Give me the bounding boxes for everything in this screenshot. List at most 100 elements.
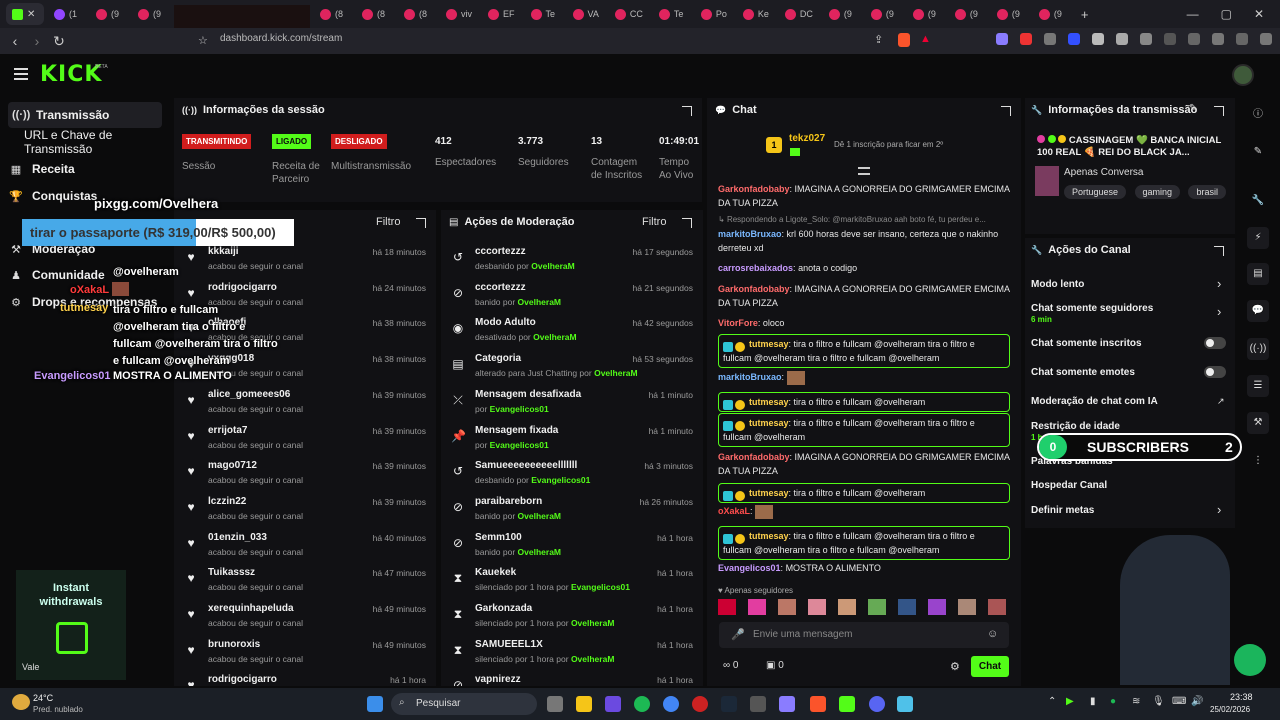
follower-name[interactable]: lczzin22	[208, 496, 246, 507]
browser-tab[interactable]: (9	[949, 3, 987, 25]
extension-icon[interactable]	[1092, 33, 1104, 45]
external-link-icon[interactable]: ↗	[1217, 396, 1225, 407]
emoji-icon[interactable]: ☺	[987, 628, 998, 640]
moderator-name[interactable]: OvelheraM	[594, 368, 637, 378]
slow-mode-row[interactable]: Modo lento	[1031, 279, 1231, 290]
hamburger-menu-icon[interactable]	[14, 68, 28, 80]
chrome-icon[interactable]	[663, 696, 679, 712]
back-icon[interactable]: ‹	[4, 33, 26, 49]
browser-tab[interactable]: (8	[356, 3, 394, 25]
browser-tab[interactable]: (9	[865, 3, 903, 25]
minimize-icon[interactable]: —	[1187, 7, 1199, 21]
chat-username[interactable]: tutmesay	[749, 339, 789, 349]
moderator-name[interactable]: OvelheraM	[533, 332, 576, 342]
browser-tab-kick[interactable]: ✕	[6, 3, 44, 25]
followers-only-row[interactable]: Chat somente seguidores	[1031, 303, 1231, 314]
follower-name[interactable]: errijota7	[208, 425, 247, 436]
emote-icon[interactable]	[958, 599, 976, 615]
extension-icon[interactable]	[1068, 33, 1080, 45]
moderator-name[interactable]: Evangelicos01	[571, 582, 630, 592]
clock-date[interactable]: 25/02/2026	[1210, 705, 1250, 714]
emotes-only-toggle[interactable]	[1204, 366, 1226, 378]
moderator-name[interactable]: Evangelicos01	[531, 475, 590, 485]
follower-name[interactable]: 01enzin_033	[208, 532, 267, 543]
vpn-icon[interactable]	[1236, 33, 1248, 45]
chat-username[interactable]: VitorFore	[718, 318, 758, 328]
moderation-target[interactable]: Semm100	[475, 532, 522, 543]
browser-tab[interactable]: (1	[48, 3, 86, 25]
emote-icon[interactable]	[928, 599, 946, 615]
follower-name[interactable]: mago0712	[208, 460, 257, 471]
support-chat-icon[interactable]	[1234, 644, 1266, 676]
moderation-target[interactable]: Garkonzada	[475, 603, 532, 614]
browser-tab[interactable]: DC	[779, 3, 819, 25]
moderation-target[interactable]: paraibareborn	[475, 496, 542, 507]
brave-shield-icon[interactable]	[898, 33, 910, 47]
follower-name[interactable]: rodrigocigarro	[208, 674, 277, 685]
info-icon[interactable]: ⓘ	[1247, 104, 1269, 126]
opera-icon[interactable]	[692, 696, 708, 712]
chat-username[interactable]: Evangelicos01	[718, 563, 781, 573]
moderator-name[interactable]: OvelheraM	[518, 297, 561, 307]
moderation-target[interactable]: cccortezzz	[475, 246, 526, 257]
steam-icon[interactable]	[721, 696, 737, 712]
sidebar-item-receita[interactable]: ▦ Receita	[8, 156, 75, 182]
moderator-name[interactable]: Evangelicos01	[490, 440, 549, 450]
moderation-target[interactable]: Categoria	[475, 353, 521, 364]
subscribers-only-toggle[interactable]	[1204, 337, 1226, 349]
moderation-target[interactable]: Kauekek	[475, 567, 516, 578]
browser-tab[interactable]: Te	[653, 3, 691, 25]
chat-settings-icon[interactable]: ⚙	[950, 660, 960, 673]
host-channel-row[interactable]: Hospedar Canal	[1031, 480, 1231, 491]
chat-send-button[interactable]: Chat	[971, 656, 1009, 677]
browser-tab[interactable]: (9	[823, 3, 861, 25]
chat-username[interactable]: Garkonfadobaby	[718, 184, 790, 194]
follower-name[interactable]: alice_gomeees06	[208, 389, 290, 400]
chevron-right-icon[interactable]: ›	[1217, 276, 1221, 291]
browser-tab[interactable]: (8	[314, 3, 352, 25]
clipboard-icon[interactable]: ▤	[1247, 263, 1269, 285]
moderator-name[interactable]: OvelheraM	[571, 654, 614, 664]
browser-tab[interactable]: (9	[991, 3, 1029, 25]
browser-tab[interactable]: Te	[525, 3, 563, 25]
browser-tab[interactable]: (9	[907, 3, 945, 25]
moderation-target[interactable]: Mensagem fixada	[475, 425, 558, 436]
emote-icon[interactable]	[838, 599, 856, 615]
chat-username[interactable]: tutmesay	[749, 397, 789, 407]
sidebar-item-transmissao[interactable]: ((·)) Transmissão	[8, 102, 162, 128]
kick-logo[interactable]: KICK	[40, 62, 102, 87]
edit-icon[interactable]: ✎	[1189, 103, 1197, 114]
moderator-name[interactable]: Evangelicos01	[490, 404, 549, 414]
browser-tab[interactable]: (9	[1033, 3, 1071, 25]
app-icon[interactable]	[897, 696, 913, 712]
app-icon[interactable]	[779, 696, 795, 712]
pinned-gifter-name[interactable]: tekz027	[789, 133, 825, 144]
moderator-name[interactable]: OvelheraM	[518, 511, 561, 521]
chat-username[interactable]: carrosrebaixados	[718, 263, 793, 273]
chat-username[interactable]: tutmesay	[749, 531, 789, 541]
lightning-icon[interactable]: ⚡	[1247, 227, 1269, 249]
moderation-target[interactable]: cccortezzz	[475, 282, 526, 293]
moderation-target[interactable]: vapnirezz	[475, 674, 521, 685]
spotify-icon[interactable]	[634, 696, 650, 712]
extension-icon[interactable]	[1044, 33, 1056, 45]
filter-button[interactable]: Filtro	[376, 216, 400, 228]
moderation-target[interactable]: SAMUEEEL1X	[475, 639, 543, 650]
chat-username[interactable]: Garkonfadobaby	[718, 284, 790, 294]
browser-tab[interactable]: Po	[695, 3, 733, 25]
file-explorer-icon[interactable]	[576, 696, 592, 712]
wallet-icon[interactable]	[1188, 33, 1200, 45]
expand-icon[interactable]	[1214, 106, 1224, 116]
emote-icon[interactable]	[778, 599, 796, 615]
reload-icon[interactable]: ↻	[48, 33, 70, 50]
follower-name[interactable]: Tuikasssz	[208, 567, 255, 578]
extension-icon[interactable]	[996, 33, 1008, 45]
moderation-target[interactable]: Modo Adulto	[475, 317, 536, 328]
microphone-icon[interactable]: 🎙	[1152, 696, 1165, 707]
leo-icon[interactable]	[1212, 33, 1224, 45]
emote-icon[interactable]	[868, 599, 886, 615]
moderator-name[interactable]: OvelheraM	[571, 618, 614, 628]
expand-icon[interactable]	[416, 218, 426, 228]
kick-app-icon[interactable]	[839, 696, 855, 712]
emote-icon[interactable]	[748, 599, 766, 615]
